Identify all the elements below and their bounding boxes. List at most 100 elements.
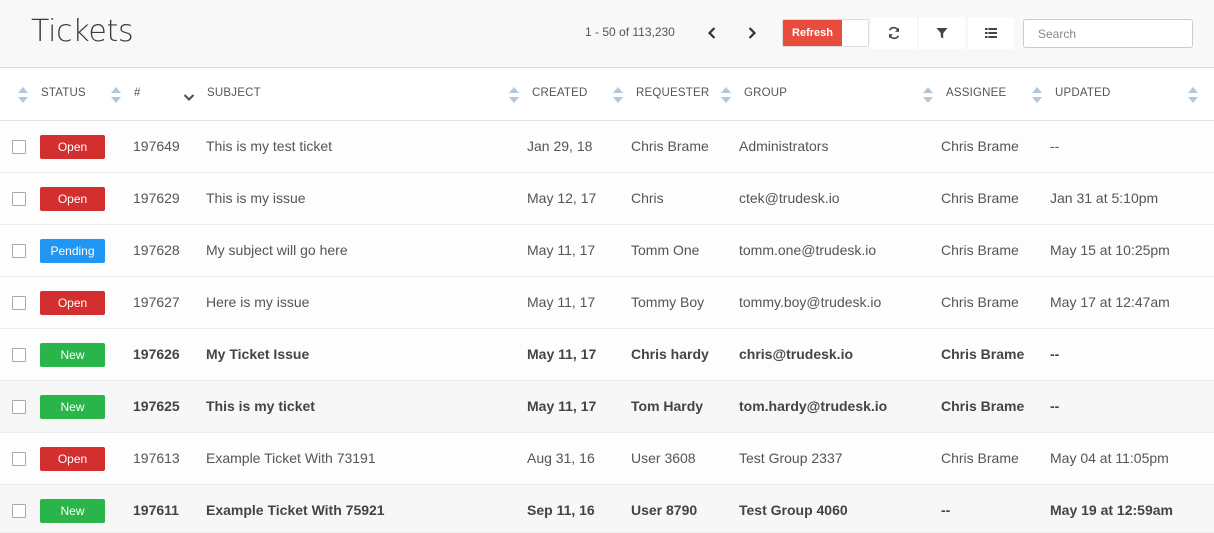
- sort-requester-icon[interactable]: [612, 86, 624, 104]
- ticket-number: 197649: [133, 138, 180, 154]
- refresh-button[interactable]: Refresh: [783, 20, 842, 46]
- row-checkbox[interactable]: [12, 504, 26, 518]
- ticket-number: 197613: [133, 450, 180, 466]
- reload-button[interactable]: [871, 17, 917, 49]
- ticket-requester: Chris: [631, 190, 664, 206]
- table-row[interactable]: New 197625 This is my ticket May 11, 17 …: [0, 381, 1214, 433]
- pagination-info: 1 - 50 of 113,230: [585, 25, 675, 39]
- sort-descending-icon[interactable]: [183, 88, 195, 106]
- row-checkbox[interactable]: [12, 452, 26, 466]
- ticket-subject[interactable]: My Ticket Issue: [206, 346, 309, 362]
- sort-group-icon[interactable]: [720, 86, 732, 104]
- column-group[interactable]: GROUP: [744, 87, 787, 99]
- previous-page-button[interactable]: [696, 19, 728, 47]
- row-checkbox[interactable]: [12, 140, 26, 154]
- sort-number-icon[interactable]: [110, 86, 122, 104]
- ticket-assignee: Chris Brame: [941, 346, 1025, 362]
- ticket-created: Sep 11, 16: [527, 502, 595, 518]
- auto-refresh-control: Refresh: [782, 19, 869, 47]
- status-badge: New: [40, 499, 105, 523]
- ticket-assignee: Chris Brame: [941, 294, 1019, 310]
- ticket-created: Jan 29, 18: [527, 138, 593, 154]
- ticket-subject[interactable]: This is my test ticket: [206, 138, 332, 154]
- row-checkbox[interactable]: [12, 244, 26, 258]
- refresh-toggle[interactable]: [842, 20, 868, 46]
- ticket-created: May 11, 17: [527, 294, 596, 310]
- sort-created-icon[interactable]: [508, 86, 520, 104]
- row-checkbox[interactable]: [12, 348, 26, 362]
- row-checkbox[interactable]: [12, 296, 26, 310]
- ticket-number: 197627: [133, 294, 180, 310]
- search-input[interactable]: [1023, 19, 1193, 48]
- sort-assignee-icon[interactable]: [922, 86, 934, 104]
- ticket-group: ctek@trudesk.io: [739, 190, 840, 206]
- ticket-updated: May 15 at 10:25pm: [1050, 242, 1170, 258]
- ticket-created: Aug 31, 16: [527, 450, 595, 466]
- ticket-subject[interactable]: Example Ticket With 73191: [206, 450, 376, 466]
- ticket-updated: --: [1050, 346, 1060, 362]
- table-row[interactable]: New 197611 Example Ticket With 75921 Sep…: [0, 485, 1214, 533]
- table-row[interactable]: Open 197613 Example Ticket With 73191 Au…: [0, 433, 1214, 485]
- ticket-subject[interactable]: Here is my issue: [206, 294, 309, 310]
- table-row[interactable]: Pending 197628 My subject will go here M…: [0, 225, 1214, 277]
- sort-status-icon[interactable]: [17, 86, 29, 104]
- ticket-group: tomm.one@trudesk.io: [739, 242, 877, 258]
- chevron-right-icon: [748, 27, 757, 39]
- sort-updated-icon[interactable]: [1031, 86, 1043, 104]
- ticket-number: 197611: [133, 502, 179, 518]
- ticket-requester: Chris hardy: [631, 346, 709, 362]
- column-status[interactable]: STATUS: [41, 87, 86, 99]
- ticket-requester: Tommy Boy: [631, 294, 705, 310]
- table-row[interactable]: New 197626 My Ticket Issue May 11, 17 Ch…: [0, 329, 1214, 381]
- ticket-updated: May 17 at 12:47am: [1050, 294, 1170, 310]
- ticket-number: 197626: [133, 346, 180, 362]
- column-updated[interactable]: UPDATED: [1055, 87, 1111, 99]
- row-checkbox[interactable]: [12, 192, 26, 206]
- ticket-group: Test Group 4060: [739, 502, 848, 518]
- ticket-subject[interactable]: This is my ticket: [206, 398, 315, 414]
- ticket-requester: Tomm One: [631, 242, 700, 258]
- ticket-requester: Chris Brame: [631, 138, 709, 154]
- ticket-assignee: Chris Brame: [941, 138, 1019, 154]
- view-menu-button[interactable]: [968, 17, 1014, 49]
- column-number[interactable]: #: [134, 87, 141, 99]
- status-badge: New: [40, 395, 105, 419]
- ticket-updated: Jan 31 at 5:10pm: [1050, 190, 1159, 206]
- ticket-group: Test Group 2337: [739, 450, 843, 466]
- list-menu-icon: [985, 28, 997, 38]
- next-page-button[interactable]: [736, 19, 768, 47]
- column-requester[interactable]: REQUESTER: [636, 87, 709, 99]
- column-subject[interactable]: SUBJECT: [207, 87, 261, 99]
- status-badge: Open: [40, 135, 105, 159]
- table-row[interactable]: Open 197627 Here is my issue May 11, 17 …: [0, 277, 1214, 329]
- ticket-created: May 11, 17: [527, 398, 597, 414]
- ticket-subject[interactable]: Example Ticket With 75921: [206, 502, 385, 518]
- status-badge: Open: [40, 187, 105, 211]
- ticket-number: 197628: [133, 242, 180, 258]
- status-badge: Pending: [40, 239, 105, 263]
- ticket-created: May 11, 17: [527, 346, 597, 362]
- ticket-updated: --: [1050, 398, 1060, 414]
- ticket-assignee: Chris Brame: [941, 450, 1019, 466]
- page-title: Tickets: [31, 14, 134, 49]
- status-badge: Open: [40, 447, 105, 471]
- sort-extra-icon[interactable]: [1187, 86, 1199, 104]
- row-checkbox[interactable]: [12, 400, 26, 414]
- ticket-subject[interactable]: This is my issue: [206, 190, 306, 206]
- status-badge: Open: [40, 291, 105, 315]
- ticket-group: tom.hardy@trudesk.io: [739, 398, 888, 414]
- column-assignee[interactable]: ASSIGNEE: [946, 87, 1006, 99]
- ticket-assignee: Chris Brame: [941, 398, 1025, 414]
- chevron-left-icon: [707, 27, 716, 39]
- table-row[interactable]: Open 197649 This is my test ticket Jan 2…: [0, 121, 1214, 173]
- reload-icon: [888, 26, 900, 40]
- ticket-subject[interactable]: My subject will go here: [206, 242, 348, 258]
- filter-button[interactable]: [919, 17, 965, 49]
- table-header: STATUS # SUBJECT CREATED REQUESTER GROUP…: [0, 69, 1214, 121]
- ticket-requester: Tom Hardy: [631, 398, 704, 414]
- ticket-created: May 11, 17: [527, 242, 596, 258]
- table-row[interactable]: Open 197629 This is my issue May 12, 17 …: [0, 173, 1214, 225]
- column-created[interactable]: CREATED: [532, 87, 588, 99]
- ticket-updated: May 04 at 11:05pm: [1050, 450, 1169, 466]
- ticket-updated: --: [1050, 138, 1060, 154]
